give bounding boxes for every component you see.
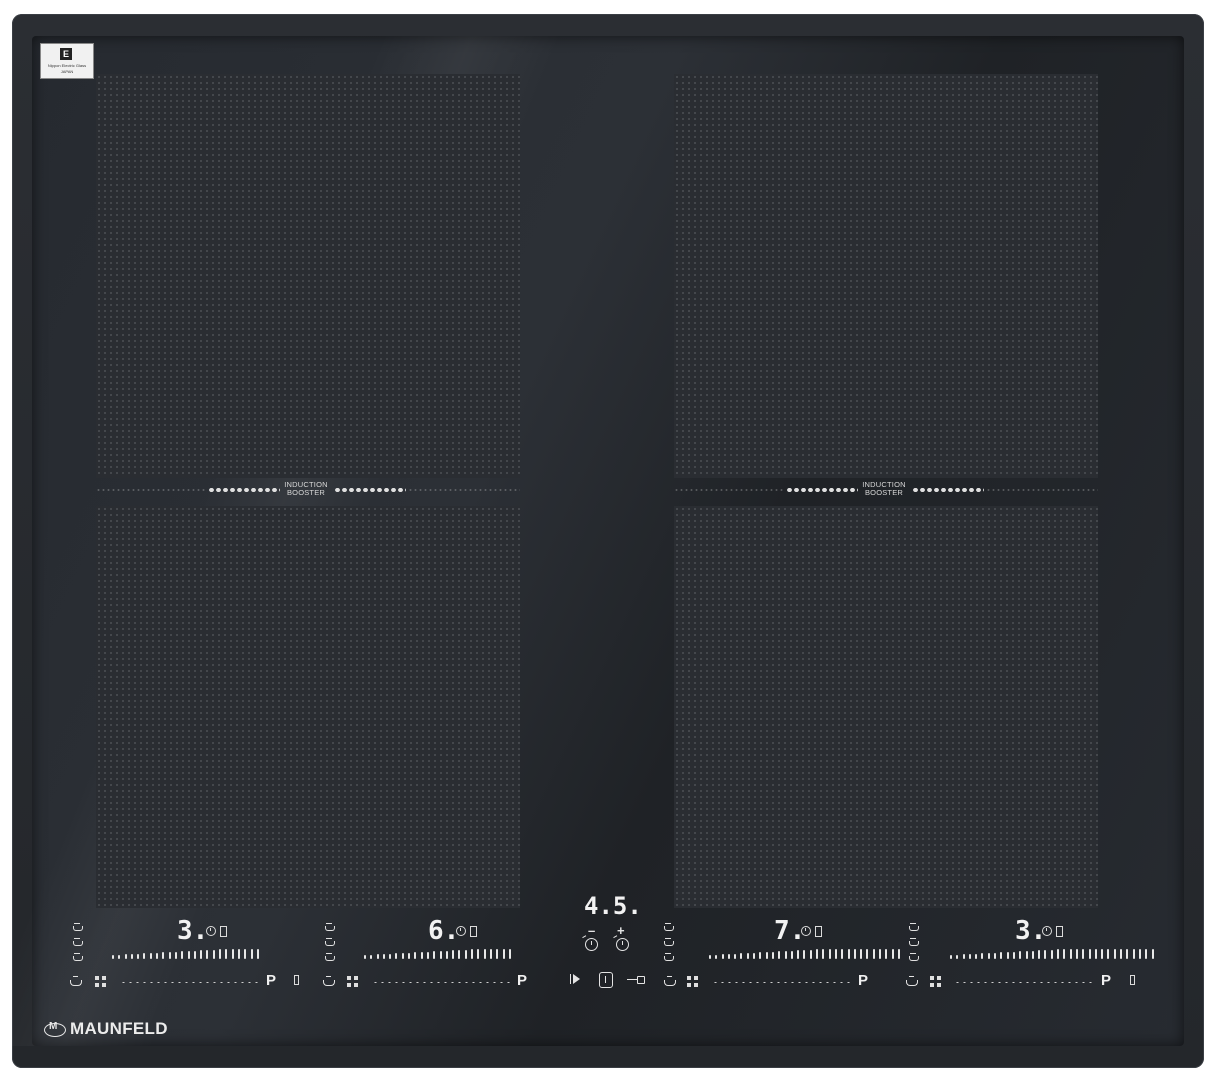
child-lock-key-icon[interactable] <box>627 976 645 984</box>
timer-minus-label: – <box>588 923 596 938</box>
timer-display: 4.5. <box>584 892 642 920</box>
timer-increase-icon[interactable] <box>616 938 629 951</box>
cert-line2: JAPAN <box>60 69 74 74</box>
zone2-timer-icon <box>456 926 466 936</box>
pot-stack-icon[interactable] <box>324 953 335 961</box>
timer-decrease-icon[interactable] <box>585 938 598 951</box>
glass-certificate-badge: E Nippon Electric Glass JAPAN <box>40 43 94 79</box>
zone-right-bottom[interactable] <box>674 506 1098 908</box>
pot-stack-icon[interactable] <box>663 938 674 946</box>
zone4-power-boost-button[interactable]: P <box>1101 972 1111 989</box>
pot-stack-icon[interactable] <box>663 953 674 961</box>
booster-label-line2: BOOSTER <box>864 488 904 497</box>
zone3-indicator-icon <box>815 926 822 937</box>
pause-play-icon[interactable] <box>570 974 580 984</box>
booster-dots-right-a <box>786 487 858 493</box>
zone1-indicator-icon <box>220 926 227 937</box>
brand-name: MAUNFELD <box>70 1019 168 1038</box>
zone1-power-slider[interactable] <box>112 949 259 959</box>
pot-stack-icon[interactable] <box>908 953 919 961</box>
booster-line-left-b <box>408 489 520 491</box>
booster-dots-right-b <box>912 487 984 493</box>
pot-stack-icon[interactable] <box>324 938 335 946</box>
zone2-indicator-icon <box>470 926 477 937</box>
zone3-timer-icon <box>801 926 811 936</box>
neg-logo-icon: E <box>60 48 72 60</box>
zone1-level-display: 3. <box>177 916 209 946</box>
booster-line-right-a <box>674 489 784 491</box>
zone2-bridge-icon[interactable] <box>347 976 359 988</box>
zone2-level-display: 6. <box>428 916 460 946</box>
pot-stack-icon[interactable] <box>324 923 335 931</box>
pot-stack-icon[interactable] <box>663 923 674 931</box>
timer-plus-label: + <box>617 923 625 938</box>
zone1-timer-icon <box>206 926 216 936</box>
zone2-power-boost-button[interactable]: P <box>517 972 527 989</box>
induction-hob: INDUCTION BOOSTER INDUCTION BOOSTER E Ni… <box>0 14 1204 1068</box>
maunfeld-logo-icon <box>44 1021 66 1037</box>
zone4-indicator-icon <box>1056 926 1063 937</box>
zone3-power-slider[interactable] <box>709 949 900 959</box>
zone3-dot-slider[interactable] <box>712 981 852 984</box>
booster-line-left-a <box>96 489 206 491</box>
zone1-bridge-icon[interactable] <box>95 976 107 988</box>
booster-label-left: INDUCTION BOOSTER <box>276 481 336 497</box>
zone4-timer-icon <box>1042 926 1052 936</box>
zone-left-top[interactable] <box>96 74 520 478</box>
zone4-dot-slider[interactable] <box>954 981 1096 984</box>
zone4-pan-icon[interactable] <box>906 976 918 986</box>
zone3-power-boost-button[interactable]: P <box>858 972 868 989</box>
zone4-lock-indicator <box>1130 975 1135 985</box>
booster-label-right: INDUCTION BOOSTER <box>854 481 914 497</box>
pot-stack-icon[interactable] <box>72 923 83 931</box>
power-button-icon[interactable] <box>599 972 613 988</box>
zone2-dot-slider[interactable] <box>372 981 512 984</box>
zone3-bridge-icon[interactable] <box>687 976 699 988</box>
zone1-lock-indicator <box>294 975 299 985</box>
booster-dots-left-b <box>334 487 406 493</box>
booster-dots-left-a <box>208 487 280 493</box>
booster-line-right-b <box>986 489 1098 491</box>
zone2-power-slider[interactable] <box>364 949 511 959</box>
pot-stack-icon[interactable] <box>72 938 83 946</box>
booster-label-line2: BOOSTER <box>286 488 326 497</box>
zone3-pan-icon[interactable] <box>664 976 676 986</box>
zone1-dot-slider[interactable] <box>120 981 262 984</box>
zone4-bridge-icon[interactable] <box>930 976 942 988</box>
zone2-pan-icon[interactable] <box>323 976 335 986</box>
pot-stack-icon[interactable] <box>72 953 83 961</box>
cert-line1: Nippon Electric Glass <box>47 63 87 68</box>
zone-right-top[interactable] <box>674 74 1098 478</box>
zone1-pan-icon[interactable] <box>70 976 82 986</box>
zone-left-bottom[interactable] <box>96 506 520 908</box>
zone1-power-boost-button[interactable]: P <box>266 972 276 989</box>
zone4-power-slider[interactable] <box>950 949 1154 959</box>
pot-stack-icon[interactable] <box>908 938 919 946</box>
brand-logo: MAUNFELD <box>44 1019 168 1039</box>
pot-stack-icon[interactable] <box>908 923 919 931</box>
